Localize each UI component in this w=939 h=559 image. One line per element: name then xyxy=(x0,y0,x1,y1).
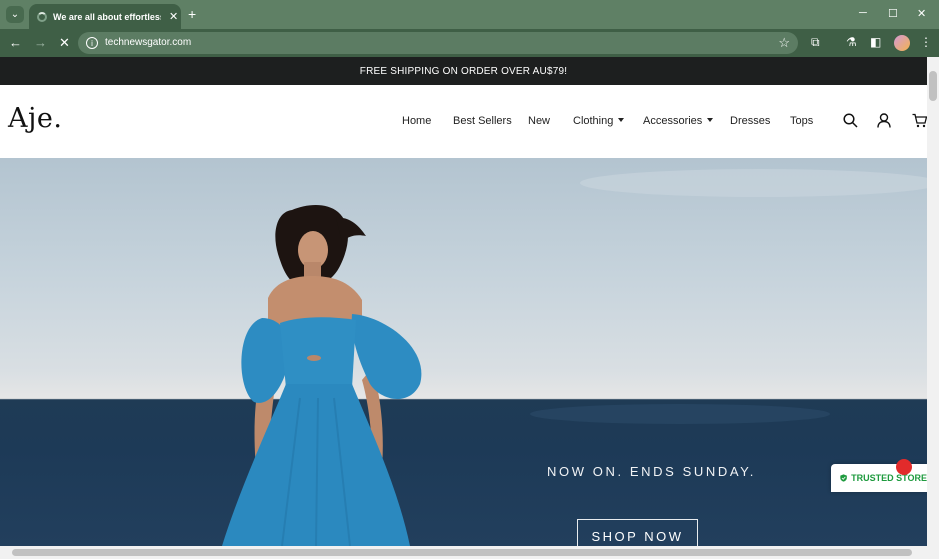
minimize-icon[interactable]: ─ xyxy=(859,7,867,19)
shop-now-button[interactable]: SHOP NOW xyxy=(577,519,698,546)
horizontal-scrollbar[interactable] xyxy=(0,546,939,559)
hero-image xyxy=(222,169,927,546)
search-icon[interactable] xyxy=(843,113,858,128)
maximize-icon[interactable]: ☐ xyxy=(888,7,898,20)
window-close-icon[interactable]: ✕ xyxy=(917,7,926,20)
stop-loading-icon[interactable]: ✕ xyxy=(59,35,70,51)
tab-search-button[interactable]: ⌄ xyxy=(6,6,24,23)
caret-down-icon xyxy=(707,118,714,122)
address-bar[interactable]: i technewsgator.com ☆ xyxy=(78,32,798,54)
horizontal-scroll-thumb[interactable] xyxy=(12,549,912,556)
nav-home[interactable]: Home xyxy=(402,115,431,127)
site-info-icon[interactable]: i xyxy=(86,37,98,49)
forward-arrow-icon[interactable]: → xyxy=(34,35,47,50)
account-icon[interactable] xyxy=(877,113,891,128)
vertical-scrollbar[interactable] xyxy=(927,57,939,546)
profile-avatar[interactable] xyxy=(894,35,910,51)
trusted-store-label: TRUSTED STORE xyxy=(851,473,927,483)
side-panel-icon[interactable]: ◧ xyxy=(870,35,881,49)
nav-best-sellers[interactable]: Best Sellers xyxy=(453,115,512,127)
browser-toolbar: ← → ✕ i technewsgator.com ☆ ⧉ ⚗ ◧ ⋮ xyxy=(0,29,939,57)
promo-banner: FREE SHIPPING ON ORDER OVER AU$79! xyxy=(0,57,927,85)
tab-close-icon[interactable]: ✕ xyxy=(169,10,178,23)
new-tab-button[interactable]: + xyxy=(188,6,196,22)
site-header: Aje. Home Best Sellers New Clothing Acce… xyxy=(0,85,927,158)
nav-accessories-label: Accessories xyxy=(643,115,703,127)
url-text: technewsgator.com xyxy=(105,37,192,48)
vertical-scroll-thumb[interactable] xyxy=(929,71,937,101)
trusted-store-badge-icon xyxy=(896,459,912,475)
browser-tab-bar: ⌄ We are all about effortless style ✕ + … xyxy=(0,0,939,29)
back-arrow-icon[interactable]: ← xyxy=(9,35,22,50)
hero-headline: NOW ON. ENDS SUNDAY. xyxy=(547,464,756,479)
extensions-icon[interactable]: ⧉ xyxy=(811,35,820,50)
caret-down-icon xyxy=(618,118,625,122)
browser-tab[interactable]: We are all about effortless style ✕ xyxy=(29,4,181,29)
nav-tops[interactable]: Tops xyxy=(790,115,813,127)
browser-menu-icon[interactable]: ⋮ xyxy=(920,35,932,49)
nav-new[interactable]: New xyxy=(528,115,550,127)
nav-clothing[interactable]: Clothing xyxy=(573,115,625,127)
hero-banner[interactable]: NOW ON. ENDS SUNDAY. SHOP NOW xyxy=(0,158,927,546)
loading-spinner-icon xyxy=(37,11,47,22)
nav-dresses[interactable]: Dresses xyxy=(730,115,770,127)
nav-accessories[interactable]: Accessories xyxy=(643,115,714,127)
labs-flask-icon[interactable]: ⚗ xyxy=(846,35,857,49)
trusted-store-widget[interactable]: TRUSTED STORE xyxy=(831,464,927,492)
cart-icon[interactable] xyxy=(912,113,927,128)
nav-clothing-label: Clothing xyxy=(573,115,614,127)
brand-logo[interactable]: Aje. xyxy=(8,103,62,134)
promo-text: FREE SHIPPING ON ORDER OVER AU$79! xyxy=(359,65,568,77)
web-page: FREE SHIPPING ON ORDER OVER AU$79! Aje. … xyxy=(0,57,927,546)
bookmark-star-icon[interactable]: ☆ xyxy=(778,35,790,51)
shield-check-icon xyxy=(840,474,847,482)
tab-title: We are all about effortless style xyxy=(53,11,161,22)
